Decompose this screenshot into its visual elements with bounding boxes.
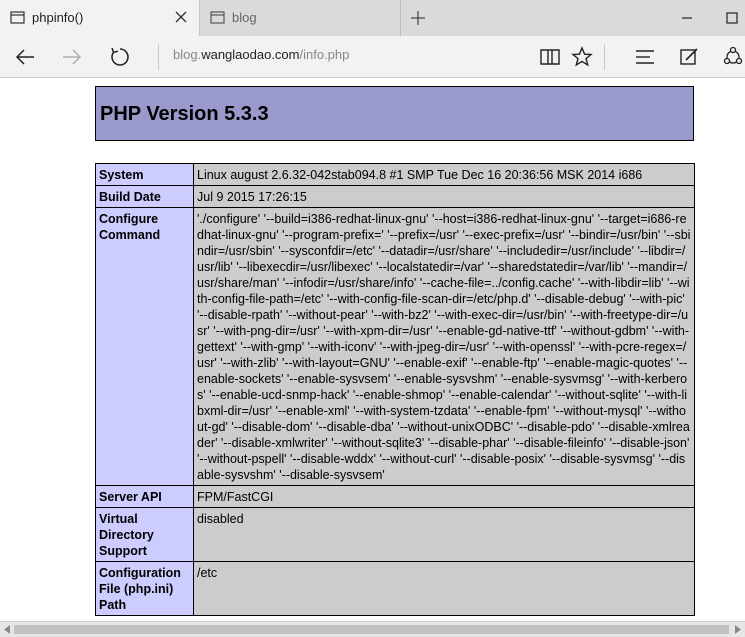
maximize-icon[interactable]	[722, 8, 742, 28]
refresh-icon[interactable]	[108, 45, 132, 69]
book-icon[interactable]	[538, 45, 562, 69]
minimize-icon[interactable]	[677, 8, 697, 28]
page-viewport[interactable]: PHP Version 5.3.3 System Linux august 2.…	[0, 78, 745, 621]
star-icon[interactable]	[570, 45, 594, 69]
table-row: Configuration File (php.ini) Path /etc	[95, 561, 695, 616]
table-row: Virtual Directory Support disabled	[95, 507, 695, 562]
php-version-header: PHP Version 5.3.3	[95, 86, 694, 141]
separator	[158, 44, 159, 70]
table-row: Configure Command './configure' '--build…	[95, 207, 695, 486]
url-prefix: blog.	[173, 47, 202, 62]
table-row: Build Date Jul 9 2015 17:26:15	[95, 185, 695, 208]
hub-icon[interactable]	[633, 45, 657, 69]
forward-arrow-icon[interactable]	[60, 45, 84, 69]
url-path: /info.php	[299, 47, 350, 62]
tab-phpinfo[interactable]: phpinfo()	[0, 0, 200, 36]
scrollbar-thumb[interactable]	[14, 625, 729, 634]
scroll-left-icon[interactable]	[3, 625, 11, 634]
info-table: System Linux august 2.6.32-042stab094.8 …	[95, 163, 695, 616]
row-key: Configure Command	[95, 207, 194, 486]
page-icon	[210, 11, 225, 24]
row-value: FPM/FastCGI	[193, 485, 695, 508]
table-row: Server API FPM/FastCGI	[95, 485, 695, 508]
table-row: System Linux august 2.6.32-042stab094.8 …	[95, 163, 695, 186]
row-key: Build Date	[95, 185, 194, 208]
address-bar-row: blog.wanglaodao.com/info.php	[0, 36, 745, 78]
page-title: PHP Version 5.3.3	[100, 103, 269, 125]
tab-label: blog	[232, 10, 257, 25]
back-arrow-icon[interactable]	[13, 45, 37, 69]
row-key: Configuration File (php.ini) Path	[95, 561, 194, 616]
scroll-right-icon[interactable]	[734, 625, 742, 634]
separator	[604, 44, 605, 70]
row-key: Virtual Directory Support	[95, 507, 194, 562]
tab-bar: phpinfo() blog	[0, 0, 745, 36]
page-icon	[10, 11, 25, 24]
row-value: disabled	[193, 507, 695, 562]
note-pen-icon[interactable]	[677, 45, 701, 69]
tab-blog[interactable]: blog	[200, 0, 401, 36]
close-icon[interactable]	[173, 9, 189, 25]
horizontal-scrollbar[interactable]	[0, 621, 745, 637]
tab-label: phpinfo()	[32, 10, 84, 25]
row-key: Server API	[95, 485, 194, 508]
row-value: Linux august 2.6.32-042stab094.8 #1 SMP …	[193, 163, 695, 186]
share-icon[interactable]	[721, 45, 745, 69]
row-value: './configure' '--build=i386-redhat-linux…	[193, 207, 695, 486]
url-host: wanglaodao.com	[201, 47, 300, 62]
row-value: Jul 9 2015 17:26:15	[193, 185, 695, 208]
row-value: /etc	[193, 561, 695, 616]
address-field[interactable]: blog.wanglaodao.com/info.php	[173, 47, 349, 62]
plus-icon[interactable]	[408, 8, 428, 28]
row-key: System	[95, 163, 194, 186]
